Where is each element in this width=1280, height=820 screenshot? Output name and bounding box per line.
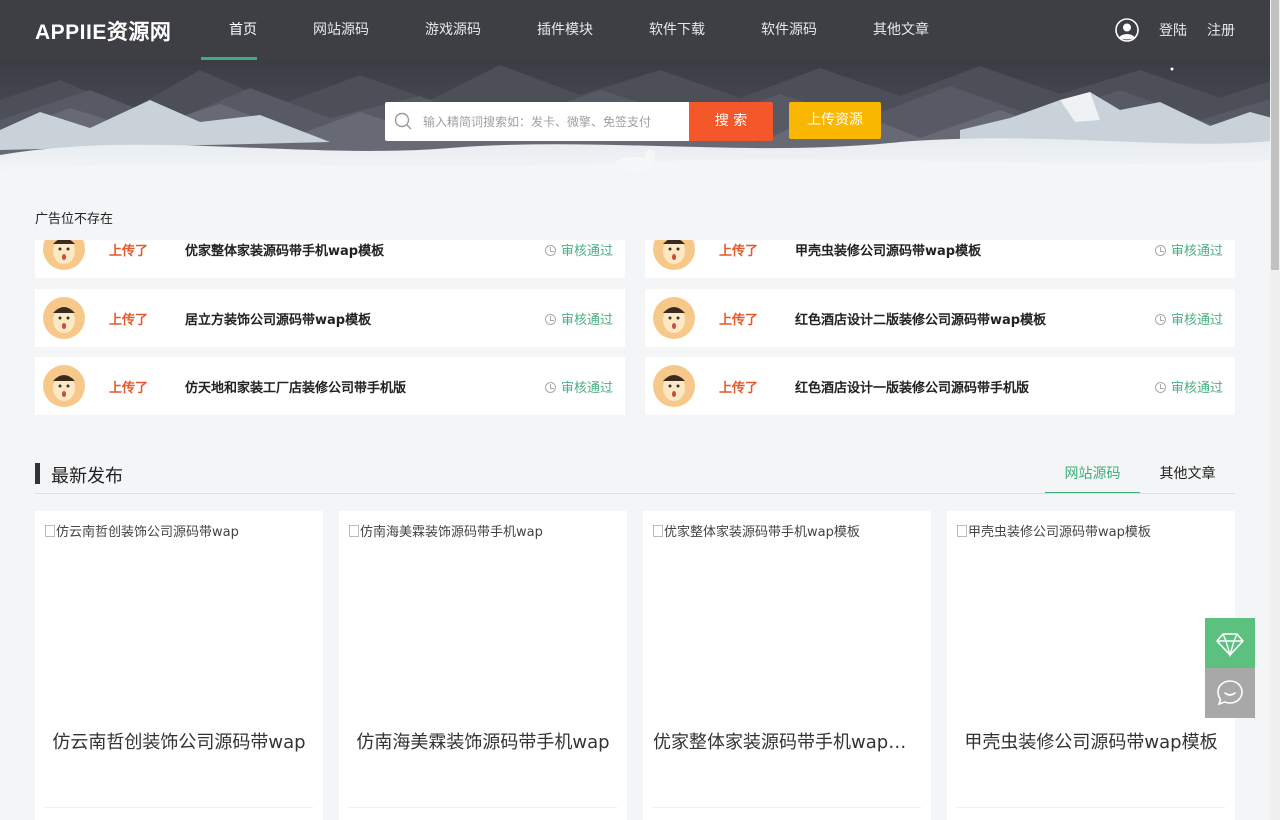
upload-activity-feed: 上传了 优家整体家装源码带手机wap模板 审核通过 上传了 居立方装饰公司源码带…: [35, 240, 1235, 416]
clock-icon: [544, 382, 556, 393]
broken-image-icon: [653, 524, 663, 537]
status-badge: 审核通过: [544, 377, 613, 396]
status-badge: 审核通过: [544, 309, 613, 328]
ad-placeholder-text: 广告位不存在: [35, 212, 114, 227]
search-box: [385, 102, 689, 141]
card-divider: [45, 807, 313, 808]
upload-resource-button[interactable]: 上传资源: [789, 102, 881, 139]
status-text: 审核通过: [560, 313, 613, 328]
card-divider: [349, 807, 617, 808]
uploaded-label: 上传了: [719, 244, 759, 259]
vip-float-button[interactable]: [1205, 618, 1255, 668]
thumbnail-alt-text: 仿云南哲创装饰公司源码带wap: [56, 525, 239, 540]
tab-other-articles[interactable]: 其他文章: [1140, 454, 1235, 494]
avatar: [43, 365, 85, 407]
search-button[interactable]: 搜 索: [689, 102, 773, 141]
main-nav: 首页 网站源码 游戏源码 插件模块 软件下载 软件源码 其他文章: [201, 0, 957, 60]
clock-icon: [1154, 382, 1166, 393]
uploaded-label: 上传了: [719, 313, 759, 328]
nav-home[interactable]: 首页: [201, 0, 285, 60]
uploaded-label: 上传了: [109, 313, 149, 328]
card-divider: [957, 807, 1225, 808]
card-title[interactable]: 甲壳虫装修公司源码带wap模板: [957, 728, 1225, 754]
thumbnail-alt-text: 优家整体家装源码带手机wap模板: [664, 525, 860, 540]
user-icon[interactable]: [1115, 18, 1139, 42]
avatar: [653, 297, 695, 339]
nav-software-source[interactable]: 软件源码: [733, 0, 845, 60]
feed-item-title[interactable]: 居立方装饰公司源码带wap模板: [185, 309, 371, 328]
site-logo[interactable]: APPIIE资源网: [35, 16, 171, 46]
thumbnail-alt-text: 甲壳虫装修公司源码带wap模板: [968, 525, 1151, 540]
feed-item-title[interactable]: 红色酒店设计一版装修公司源码带手机版: [795, 377, 1029, 396]
resource-card[interactable]: 甲壳虫装修公司源码带wap模板 甲壳虫装修公司源码带wap模板: [947, 511, 1235, 820]
diamond-icon: [1216, 633, 1244, 658]
search-icon: [394, 112, 412, 130]
uploaded-label: 上传了: [109, 244, 149, 259]
status-badge: 审核通过: [544, 240, 613, 259]
clock-icon: [544, 245, 556, 256]
list-item[interactable]: 上传了 仿天地和家装工厂店装修公司带手机版 审核通过: [35, 357, 625, 415]
section-title: 最新发布: [51, 466, 123, 487]
uploaded-label: 上传了: [719, 381, 759, 396]
section-marker: [35, 463, 40, 484]
list-item[interactable]: 上传了 红色酒店设计二版装修公司源码带wap模板 审核通过: [645, 289, 1235, 347]
scrollbar-thumb[interactable]: [1271, 0, 1279, 270]
section-divider: [35, 493, 1235, 494]
avatar: [43, 297, 85, 339]
card-divider: [653, 807, 921, 808]
status-text: 审核通过: [1170, 244, 1223, 259]
nav-other-articles[interactable]: 其他文章: [845, 0, 957, 60]
avatar: [653, 240, 695, 270]
tab-website-source[interactable]: 网站源码: [1045, 454, 1140, 494]
register-link[interactable]: 注册: [1207, 20, 1235, 40]
avatar: [653, 365, 695, 407]
feed-item-title[interactable]: 优家整体家装源码带手机wap模板: [185, 240, 384, 259]
page-scrollbar[interactable]: [1270, 0, 1280, 820]
clock-icon: [544, 314, 556, 325]
feed-item-title[interactable]: 甲壳虫装修公司源码带wap模板: [795, 240, 981, 259]
resource-card[interactable]: 仿南海美霖装饰源码带手机wap 仿南海美霖装饰源码带手机wap: [339, 511, 627, 820]
card-title[interactable]: 仿云南哲创装饰公司源码带wap: [45, 728, 313, 754]
status-text: 审核通过: [560, 244, 613, 259]
feed-item-title[interactable]: 仿天地和家装工厂店装修公司带手机版: [185, 377, 406, 396]
status-badge: 审核通过: [1154, 377, 1223, 396]
clock-icon: [1154, 314, 1166, 325]
search-input[interactable]: [423, 102, 683, 141]
resource-card[interactable]: 仿云南哲创装饰公司源码带wap 仿云南哲创装饰公司源码带wap: [35, 511, 323, 820]
list-item[interactable]: 上传了 甲壳虫装修公司源码带wap模板 审核通过: [645, 240, 1235, 278]
uploaded-label: 上传了: [109, 381, 149, 396]
card-thumbnail[interactable]: 甲壳虫装修公司源码带wap模板: [957, 521, 1151, 540]
resource-card[interactable]: 优家整体家装源码带手机wap模板 优家整体家装源码带手机wap模板: [643, 511, 931, 820]
broken-image-icon: [957, 524, 967, 537]
card-title[interactable]: 仿南海美霖装饰源码带手机wap: [349, 728, 617, 754]
broken-image-icon: [45, 524, 55, 537]
broken-image-icon: [349, 524, 359, 537]
card-title[interactable]: 优家整体家装源码带手机wap模板: [653, 728, 921, 754]
card-thumbnail[interactable]: 仿南海美霖装饰源码带手机wap: [349, 521, 543, 540]
list-item[interactable]: 上传了 红色酒店设计一版装修公司源码带手机版 审核通过: [645, 357, 1235, 415]
list-item[interactable]: 上传了 优家整体家装源码带手机wap模板 审核通过: [35, 240, 625, 278]
nav-game-source[interactable]: 游戏源码: [397, 0, 509, 60]
nav-software-download[interactable]: 软件下载: [621, 0, 733, 60]
nav-website-source[interactable]: 网站源码: [285, 0, 397, 60]
status-badge: 审核通过: [1154, 309, 1223, 328]
clock-icon: [1154, 245, 1166, 256]
nav-plugins[interactable]: 插件模块: [509, 0, 621, 60]
avatar: [43, 240, 85, 270]
card-thumbnail[interactable]: 优家整体家装源码带手机wap模板: [653, 521, 860, 540]
card-thumbnail[interactable]: 仿云南哲创装饰公司源码带wap: [45, 521, 239, 540]
feed-item-title[interactable]: 红色酒店设计二版装修公司源码带wap模板: [795, 309, 1046, 328]
status-badge: 审核通过: [1154, 240, 1223, 259]
list-item[interactable]: 上传了 居立方装饰公司源码带wap模板 审核通过: [35, 289, 625, 347]
status-text: 审核通过: [1170, 313, 1223, 328]
status-text: 审核通过: [560, 381, 613, 396]
chat-float-button[interactable]: [1205, 668, 1255, 718]
status-text: 审核通过: [1170, 381, 1223, 396]
login-link[interactable]: 登陆: [1159, 20, 1187, 40]
thumbnail-alt-text: 仿南海美霖装饰源码带手机wap: [360, 525, 543, 540]
top-navbar: APPIIE资源网 首页 网站源码 游戏源码 插件模块 软件下载 软件源码 其他…: [0, 0, 1280, 60]
chat-icon: [1217, 680, 1243, 706]
